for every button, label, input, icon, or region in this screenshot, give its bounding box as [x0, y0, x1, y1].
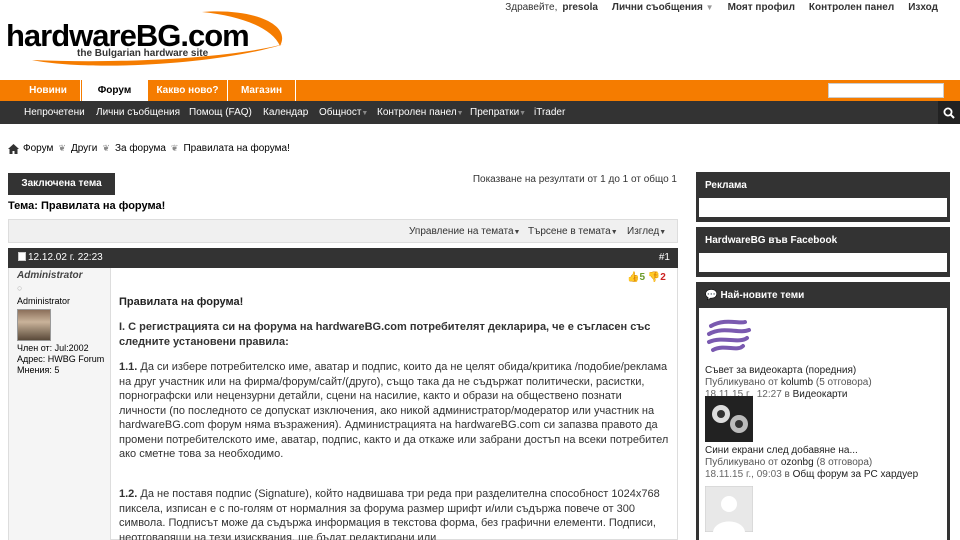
facebook-title: HardwareBG във Facebook: [705, 235, 838, 246]
facebook-block: HardwareBG във Facebook: [696, 227, 950, 277]
logo-tagline: the Bulgarian hardware site: [77, 48, 209, 59]
list-item: Съвет за видеокарта (поредния) Публикува…: [705, 316, 945, 401]
site-logo[interactable]: hardwareBG.com the Bulgarian hardware si…: [2, 4, 292, 70]
chevron-down-icon: ▼: [705, 3, 714, 12]
latest-topics-body: Съвет за видеокарта (поредния) Публикува…: [699, 308, 947, 540]
display-mode-menu[interactable]: Изглед▼: [627, 226, 666, 237]
username-link[interactable]: presola: [562, 2, 598, 13]
chevron-down-icon: ▼: [361, 110, 369, 117]
chevron-down-icon: ▼: [513, 229, 521, 236]
topic-title-link[interactable]: Съвет за видеокарта (поредния): [705, 365, 945, 377]
post-number-link[interactable]: #1: [659, 252, 670, 263]
post-rule-1-2: 1.2. Да не поставя подпис (Signature), к…: [119, 488, 660, 540]
post-title: Правилата на форума!: [119, 296, 244, 308]
post-votes: 👍5 👎2: [627, 272, 687, 283]
speech-bubbles-icon: 💬: [705, 290, 718, 301]
post-rule-1-1: 1.1. Да си избере потребителско име, ава…: [119, 361, 669, 460]
user-join-date: Член от: Jul:2002: [17, 343, 89, 353]
main-navigation: Новини Форум Какво ново? Магазин: [0, 80, 960, 101]
post-user-info: Administrator ○ Administrator Член от: J…: [9, 268, 111, 540]
subnav-faq[interactable]: Помощ (FAQ): [189, 101, 252, 124]
chevron-down-icon: ▼: [610, 229, 618, 236]
subnav-itrader[interactable]: iTrader: [534, 101, 565, 124]
tab-forum[interactable]: Форум: [82, 80, 148, 101]
ads-title: Реклама: [705, 180, 747, 191]
page-title: Тема: Правилата на форума!: [8, 200, 166, 212]
offline-status-icon: ○: [17, 283, 23, 293]
topic-meta: Публикувано от kolumb (5 отговора): [705, 377, 872, 388]
user-address: Адрес: HWBG Forum: [17, 354, 105, 364]
votes-up-count: 5: [639, 272, 646, 283]
topic-thumbnail-icon[interactable]: [705, 316, 753, 362]
search-button[interactable]: [938, 101, 960, 124]
tab-shop[interactable]: Магазин: [228, 80, 296, 101]
post-header: 12.12.02 г. 22:23 #1: [8, 248, 678, 268]
breadcrumb-current: Правилата на форума!: [183, 143, 290, 154]
latest-topics-title: Най-новите теми: [720, 290, 805, 301]
subnav-links[interactable]: Препратки▼: [470, 101, 526, 124]
thread-tools-menu[interactable]: Управление на темата▼: [409, 226, 520, 237]
control-panel-link[interactable]: Контролен панел: [809, 2, 894, 13]
chevron-down-icon: ▼: [456, 110, 464, 117]
tab-whats-new[interactable]: Какво ново?: [148, 80, 228, 101]
topic-author-link[interactable]: ozonbg: [781, 457, 814, 468]
my-profile-link[interactable]: Моят профил: [728, 2, 795, 13]
post-date: 12.12.02 г. 22:23: [18, 252, 103, 263]
leaf-separator-icon: ❦: [170, 143, 179, 153]
closed-thread-button[interactable]: Заключена тема: [8, 173, 115, 195]
logout-link[interactable]: Изход: [908, 2, 938, 13]
ads-body: [699, 198, 947, 217]
post-intro: I. С регистрацията си на форума на hardw…: [119, 321, 651, 348]
list-item: Сини екрани след добавяне на... Публикув…: [705, 396, 945, 481]
breadcrumb-about-forum[interactable]: За форума: [115, 143, 166, 154]
sub-navigation: Непрочетени Лични съобщения Помощ (FAQ) …: [0, 101, 960, 124]
thread-tools-bar: Управление на темата▼ Търсене в темата▼ …: [8, 219, 678, 243]
subnav-unread[interactable]: Непрочетени: [24, 101, 85, 124]
greeting-text: Здравейте,: [505, 2, 558, 13]
tab-news[interactable]: Новини: [16, 80, 81, 101]
private-messages-link[interactable]: Лични съобщения ▼: [612, 2, 714, 13]
subnav-control-panel[interactable]: Контролен панел▼: [377, 101, 464, 124]
list-item: [704, 485, 945, 535]
default-avatar-icon[interactable]: [704, 485, 754, 533]
breadcrumb-other[interactable]: Други: [71, 143, 97, 154]
topic-thumbnail-icon[interactable]: [705, 396, 753, 442]
post: Administrator ○ Administrator Член от: J…: [8, 268, 678, 540]
ads-block: Реклама: [696, 172, 950, 222]
chevron-down-icon: ▼: [519, 110, 527, 117]
chevron-down-icon: ▼: [659, 229, 667, 236]
header: hardwareBG.com the Bulgarian hardware si…: [0, 0, 960, 80]
latest-topics-header: 💬 Най-новите теми: [696, 282, 950, 308]
topic-author-link[interactable]: kolumb: [781, 377, 813, 388]
topic-forum-link[interactable]: Общ форум за PC хардуер: [793, 469, 919, 480]
facebook-body: [699, 253, 947, 272]
results-count: Показване на резултати от 1 до 1 от общо…: [472, 174, 677, 185]
subnav-private-messages[interactable]: Лични съобщения: [96, 101, 180, 124]
topic-title-link[interactable]: Сини екрани след добавяне на...: [705, 445, 945, 457]
breadcrumb: Форум ❦ Други ❦ За форума ❦ Правилата на…: [8, 143, 290, 154]
user-title: Administrator: [17, 296, 71, 306]
thumbs-up-icon[interactable]: 👍: [627, 272, 639, 283]
search-icon: [943, 107, 955, 119]
topic-meta: Публикувано от ozonbg (8 отговора): [705, 457, 873, 468]
avatar[interactable]: [17, 309, 51, 341]
search-thread-menu[interactable]: Търсене в темата▼: [528, 226, 618, 237]
leaf-separator-icon: ❦: [58, 143, 66, 153]
user-post-count: Мнения: 5: [17, 365, 60, 375]
document-icon: [18, 252, 26, 261]
home-icon[interactable]: [8, 143, 19, 154]
topic-date-line: 18.11.15 г., 09:03 в Общ форум за PC хар…: [705, 469, 919, 480]
search-input[interactable]: [828, 83, 944, 98]
subnav-community[interactable]: Общност▼: [319, 101, 368, 124]
votes-down-count: 2: [660, 272, 666, 283]
user-bar: Здравейте, presola Лични съобщения ▼ Моя…: [505, 2, 938, 13]
post-author-link[interactable]: Administrator: [17, 270, 110, 281]
breadcrumb-forum[interactable]: Форум: [23, 143, 53, 154]
leaf-separator-icon: ❦: [102, 143, 110, 153]
subnav-calendar[interactable]: Календар: [263, 101, 308, 124]
latest-topics-block: 💬 Най-новите теми Съвет за видеокарта (по…: [696, 282, 950, 540]
thumbs-down-icon[interactable]: 👎: [648, 272, 660, 283]
